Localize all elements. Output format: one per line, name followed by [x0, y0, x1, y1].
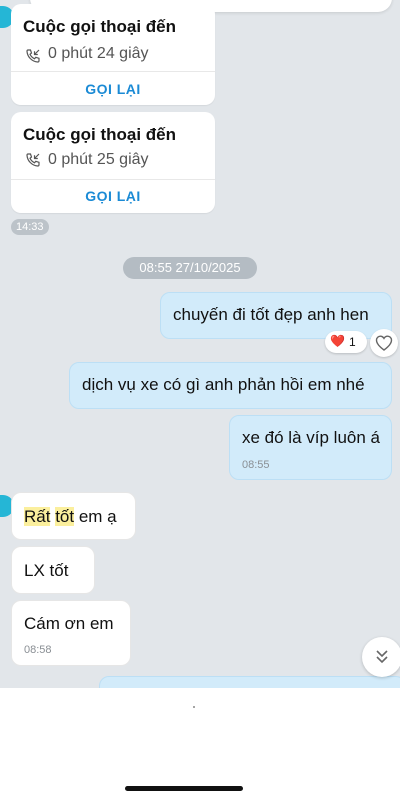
message-text: xe đó là víp luôn á: [242, 428, 380, 447]
reaction-count: 1: [349, 335, 356, 349]
bottom-area: [0, 688, 400, 800]
heart-outline-icon: [375, 335, 393, 351]
heart-emoji-icon: ❤️: [330, 334, 345, 348]
message-text: Cám ơn em: [24, 614, 114, 633]
highlighted-word: Rất: [24, 507, 51, 526]
message-text: chuyến đi tốt đẹp anh hen: [173, 305, 369, 324]
callback-button[interactable]: GỌI LẠI: [11, 179, 215, 213]
call-duration: 0 phút 25 giây: [48, 151, 149, 168]
incoming-call-icon: [26, 49, 40, 63]
call-title: Cuộc gọi thoại đến: [23, 17, 176, 36]
outgoing-message[interactable]: dịch vụ xe có gì anh phản hồi em nhé: [69, 362, 392, 409]
call-card: Cuộc gọi thoại đến 0 phút 25 giây GỌI LẠ…: [11, 112, 215, 213]
call-duration: 0 phút 24 giây: [48, 45, 149, 62]
message-time: 08:55: [242, 459, 270, 471]
outgoing-message-partial[interactable]: [99, 676, 400, 688]
outgoing-message[interactable]: xe đó là víp luôn á 08:55: [229, 415, 392, 480]
message-time: 14:33: [11, 219, 49, 235]
indicator-dot: [193, 706, 195, 708]
message-time: 08:58: [24, 644, 52, 656]
react-button[interactable]: [370, 329, 398, 357]
double-chevron-down-icon: [376, 650, 388, 664]
message-text: LX tốt: [24, 561, 69, 580]
call-card: Cuộc gọi thoại đến 0 phút 24 giây GỌI LẠ…: [11, 4, 215, 105]
message-text: dịch vụ xe có gì anh phản hồi em nhé: [82, 375, 365, 394]
incoming-message[interactable]: Rất tốt em ạ: [11, 492, 136, 540]
callback-button[interactable]: GỌI LẠI: [11, 72, 215, 106]
call-title: Cuộc gọi thoại đến: [23, 125, 176, 144]
home-indicator[interactable]: [125, 786, 243, 791]
chat-area[interactable]: Cuộc gọi thoại đến 0 phút 24 giây GỌI LẠ…: [0, 0, 400, 688]
incoming-message[interactable]: LX tốt: [11, 546, 95, 594]
message-text: Rất tốt em ạ: [24, 507, 117, 527]
highlighted-word: tốt: [55, 507, 75, 526]
incoming-message[interactable]: Cám ơn em 08:58: [11, 600, 131, 666]
scroll-to-bottom-button[interactable]: [362, 637, 400, 677]
message-text-part: em ạ: [78, 507, 117, 526]
reaction-badge[interactable]: ❤️ 1: [325, 331, 367, 353]
incoming-call-icon: [26, 153, 40, 167]
date-separator: 08:55 27/10/2025: [123, 257, 257, 279]
